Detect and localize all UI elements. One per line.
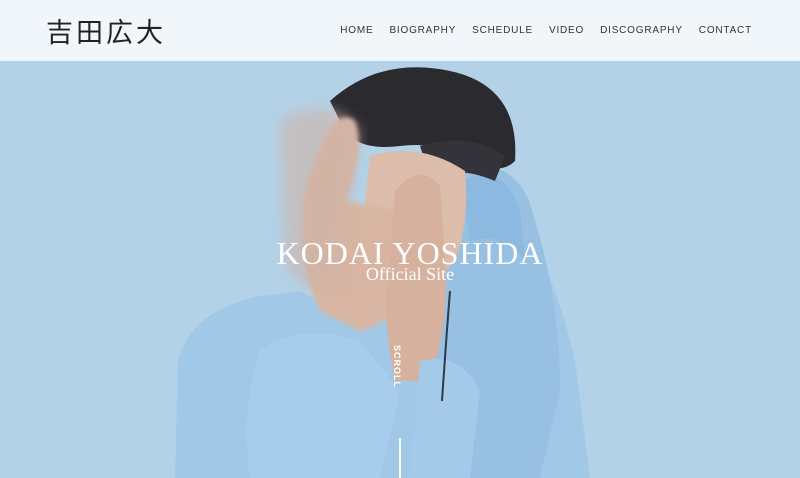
hero-subtitle: Official Site xyxy=(365,264,455,284)
nav-schedule[interactable]: SCHEDULE xyxy=(472,25,533,36)
site-header: 吉田広大 HOME BIOGRAPHY SCHEDULE VIDEO DISCO… xyxy=(0,0,800,61)
nav-video[interactable]: VIDEO xyxy=(549,25,584,36)
scroll-line xyxy=(399,438,401,478)
nav-home[interactable]: HOME xyxy=(340,25,373,36)
nav-discography[interactable]: DISCOGRAPHY xyxy=(600,25,683,36)
main-nav: HOME BIOGRAPHY SCHEDULE VIDEO DISCOGRAPH… xyxy=(340,25,752,36)
hero-section: KODAI YOSHIDA Official Site xyxy=(0,61,800,478)
nav-contact[interactable]: CONTACT xyxy=(699,25,752,36)
nav-biography[interactable]: BIOGRAPHY xyxy=(389,25,456,36)
site-logo[interactable]: 吉田広大 xyxy=(46,11,166,50)
scroll-indicator[interactable]: SCROLL xyxy=(392,345,402,388)
